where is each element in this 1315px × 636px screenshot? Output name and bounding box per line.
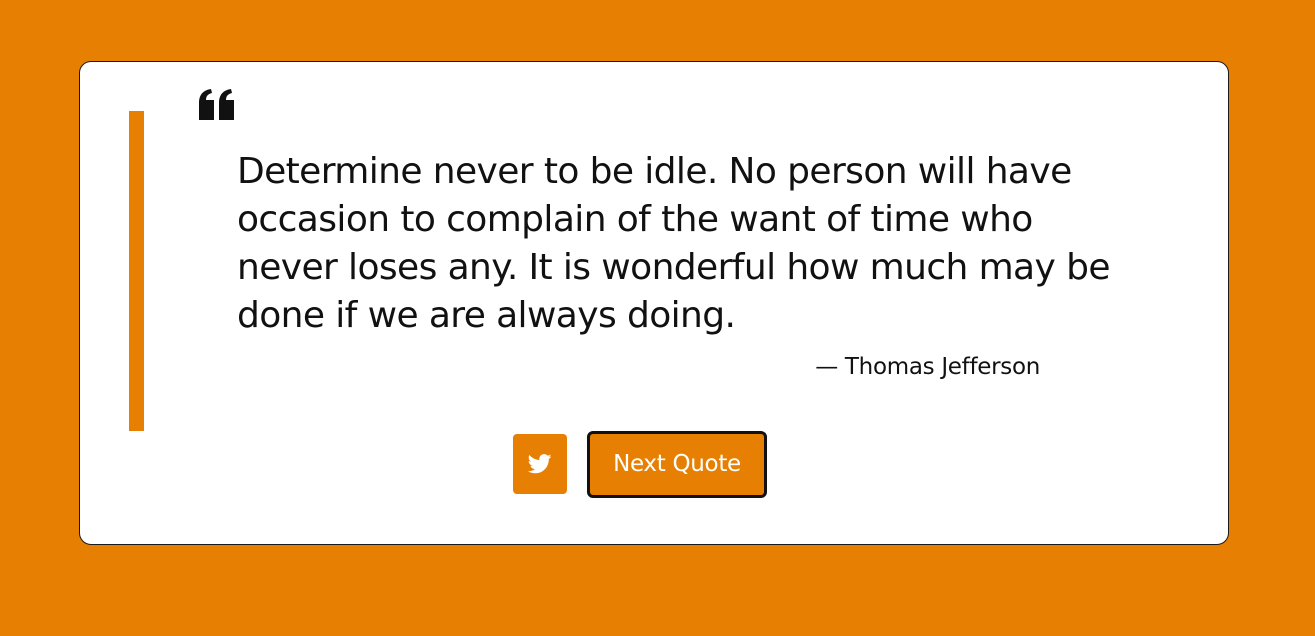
quote-author: — Thomas Jefferson	[815, 354, 1040, 380]
quote-card: Determine never to be idle. No person wi…	[79, 61, 1229, 545]
next-quote-button[interactable]: Next Quote	[587, 431, 767, 498]
tweet-button[interactable]	[513, 434, 567, 494]
quote-left-icon	[199, 89, 234, 120]
quote-text: Determine never to be idle. No person wi…	[237, 151, 1110, 336]
quote-accent-bar	[129, 111, 144, 431]
twitter-icon	[528, 454, 552, 474]
